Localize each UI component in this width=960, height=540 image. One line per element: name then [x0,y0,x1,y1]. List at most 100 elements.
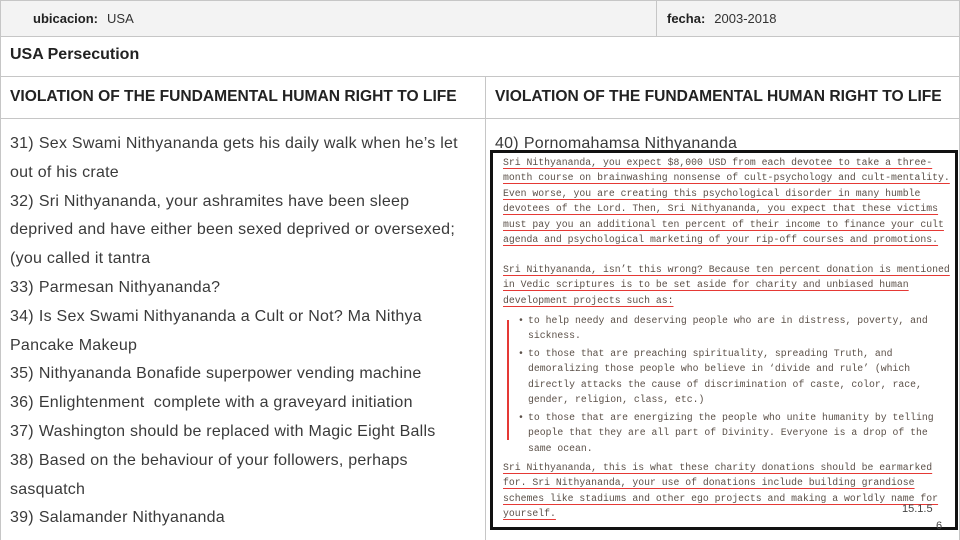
page-number-continued: 6 [936,520,943,532]
underlined-text: in Vedic scriptures is to be set aside f… [503,279,909,291]
bullet-marker: • [518,314,524,326]
list-item-line: 36) Enlightenment complete with a graveya… [10,389,485,418]
left-column-body: 31) Sex Swami Nithyananda gets his daily … [0,118,486,540]
excerpt-bullet: • to help needy and deserving people who… [503,313,950,344]
list-item-text: sasquatch [10,480,86,498]
list-item-line: 34) Is Sex Swami Nithyananda a Cult or No… [10,303,485,332]
underlined-text: yourself. [503,507,556,519]
left-column-heading: VIOLATION OF THE FUNDAMENTAL HUMAN RIGHT… [0,76,486,119]
date-label: fecha: [667,11,706,26]
date-cell: fecha: 2003-2018 [656,0,960,37]
list-item-line: 38) Based on the behaviour of your follow… [10,447,485,476]
excerpt-paragraph: Sri Nithyananda, this is what these char… [503,460,950,522]
list-item-number: 36) [10,394,34,412]
excerpt-text: Sri Nithyananda, you expect $8,000 USD f… [503,155,950,521]
list-item-number: 32) [10,192,34,210]
list-item-text: (you called it tantra [10,250,151,268]
excerpt-bullet: • to those that are energizing the peopl… [503,410,950,456]
list-item-text: Enlightenment complete with a graveyard … [38,394,413,412]
list-item-text: Salamander Nithyananda [38,509,225,527]
list-item-text: Pancake Makeup [10,336,138,354]
page-number: 15.1.5 [902,503,933,515]
list-item-text: Nithyananda Bonafide superpower vending … [38,365,422,383]
excerpt-line: agenda and psychological marketing of yo… [503,232,950,247]
list-item: 33) Parmesan Nithyananda? [10,274,485,303]
excerpt-line: Sri Nithyananda, you expect $8,000 USD f… [503,155,950,170]
list-item-line: 37) Washington should be replaced with Ma… [10,418,485,447]
excerpt-line: development projects such as: [503,293,950,308]
excerpt-line: same ocean. [528,442,593,454]
excerpt-paragraph: Sri Nithyananda, you expect $8,000 USD f… [503,155,950,247]
excerpt-line: demoralizing those people who believe in… [528,363,911,375]
list-item-text: deprived and have either been sexed depr… [10,221,456,239]
excerpt-line: month course on brainwashing nonsense of… [503,170,950,185]
excerpt-line: gender, religion, class, etc.) [528,394,705,406]
slide: ubicacion: USA fecha: 2003-2018 USA Persec… [0,0,960,540]
excerpt-line: schemes like stadiums and other ego proj… [503,491,950,506]
list-item-line: 39) Salamander Nithyananda [10,504,485,533]
excerpt-line: Sri Nithyananda, this is what these char… [503,460,950,475]
list-item: 36) Enlightenment complete with a graveya… [10,389,485,418]
bullet-marker: • [518,411,524,423]
underlined-text: Even worse, you are creating this psycho… [503,187,921,199]
list-item-line: 35) Nithyananda Bonafide superpower vendi… [10,360,485,389]
list-item-line: sasquatch [10,476,485,505]
excerpt-line: in Vedic scriptures is to be set aside f… [503,277,950,292]
list-item-number: 39) [10,509,34,527]
underlined-text: devotees of the Lord. Then, Sri Nithyana… [503,203,939,215]
list-item-line: 31) Sex Swami Nithyananda gets his daily … [10,130,485,159]
list-item-number: 38) [10,451,34,469]
list-item: 39) Salamander Nithyananda [10,504,485,533]
list-item-text: Based on the behaviour of your followers… [38,451,408,469]
excerpt-paragraph: Sri Nithyananda, isn’t this wrong? Becau… [503,262,950,308]
excerpt-line: Sri Nithyananda, isn’t this wrong? Becau… [503,262,950,277]
excerpt-line: people that they are all part of Divinit… [528,427,928,439]
excerpt-bullet: • to those that are preaching spirituali… [503,346,950,408]
list-item-text: Sex Swami Nithyananda gets his daily wal… [38,135,458,152]
list-item-line: (you called it tantra [10,245,485,274]
underlined-text: Sri Nithyananda, isn’t this wrong? Becau… [503,263,950,275]
list-item-line: deprived and have either been sexed depr… [10,216,485,245]
list-item-line: Pancake Makeup [10,332,485,361]
date-value: 2003-2018 [714,11,777,26]
excerpt-line: devotees of the Lord. Then, Sri Nithyana… [503,201,950,216]
list-item: 35) Nithyananda Bonafide superpower vendi… [10,360,485,389]
list-item: 31) Sex Swami Nithyananda gets his daily … [10,130,485,188]
list-item-line: 33) Parmesan Nithyananda? [10,274,485,303]
excerpt-line: yourself. [503,506,950,521]
excerpt-line: Even worse, you are creating this psycho… [503,186,950,201]
list-item-line: out of his crate [10,159,485,188]
underlined-text: schemes like stadiums and other ego proj… [503,492,939,504]
location-cell: ubicacion: USA [0,0,657,37]
list-item-text: Parmesan Nithyananda? [38,278,221,296]
section-title: USA Persecution [0,36,960,77]
list-item-text: Is Sex Swami Nithyananda a Cult or Not? … [38,307,422,325]
list-item-text: Washington should be replaced with Magic… [38,422,436,440]
bullet-marker: • [518,347,524,359]
list-item: 38) Based on the behaviour of your follow… [10,447,485,505]
list-item-number: 33) [10,278,34,296]
excerpt-line: must pay you an additional ten percent o… [503,217,950,232]
list-item-text: Sri Nithyananda, your ashramites have be… [38,192,410,210]
list-item-number: 31) [10,135,34,152]
list-item: 32) Sri Nithyananda, your ashramites have… [10,188,485,274]
list-item-number: 37) [10,422,34,440]
underlined-text: agenda and psychological marketing of yo… [503,233,939,245]
excerpt-line: to help needy and deserving people who a… [528,314,928,326]
underlined-text: for. Sri Nithyananda, your use of donati… [503,477,915,489]
excerpt-line: to those that are energizing the people … [528,411,934,423]
underlined-text: Sri Nithyananda, this is what these char… [503,461,933,473]
underlined-text: month course on brainwashing nonsense of… [503,172,950,184]
list-item: 34) Is Sex Swami Nithyananda a Cult or No… [10,303,485,361]
list-item-line: 32) Sri Nithyananda, your ashramites have… [10,188,485,217]
underlined-text: must pay you an additional ten percent o… [503,218,944,230]
underlined-text: Sri Nithyananda, you expect $8,000 USD f… [503,157,933,168]
location-label: ubicacion: [33,11,99,26]
excerpt-line: to those that are preaching spirituality… [528,347,893,359]
list-item-number: 35) [10,365,34,383]
list-item: 37) Washington should be replaced with Ma… [10,418,485,447]
excerpt-image: Sri Nithyananda, you expect $8,000 USD f… [490,150,958,530]
excerpt-line: sickness. [528,330,581,342]
underlined-text: development projects such as: [503,294,674,306]
location-value: USA [107,11,134,26]
